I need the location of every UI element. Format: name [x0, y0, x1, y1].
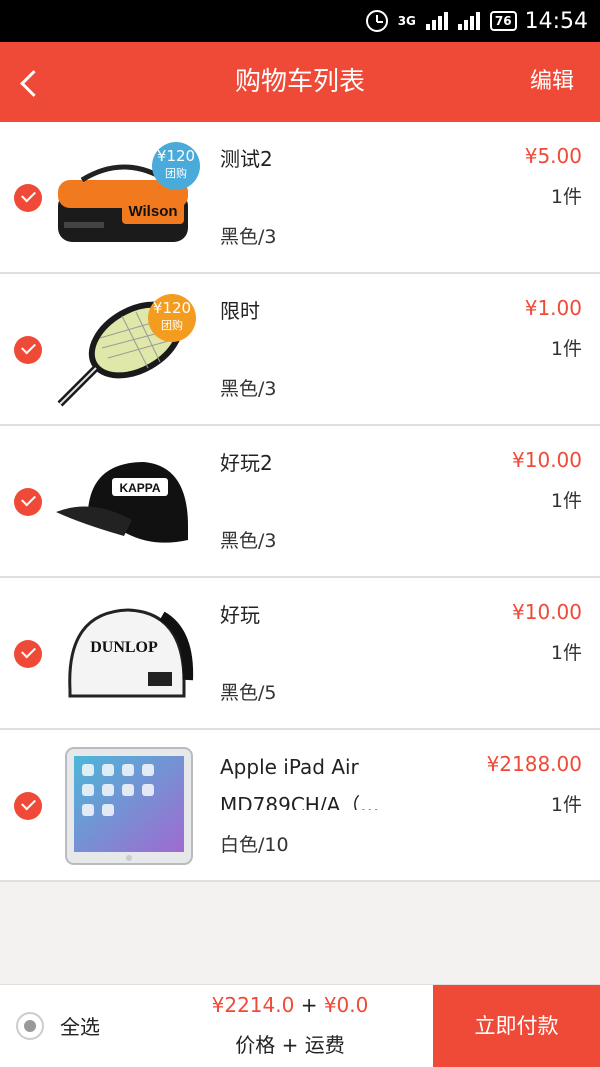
signal-icon-2 [457, 12, 480, 30]
status-bar: 3G 76 14:54 [0, 0, 600, 42]
status-icons: 3G 76 [365, 10, 517, 32]
select-all-label: 全选 [60, 1015, 100, 1039]
product-name[interactable]: 好玩2 [220, 448, 420, 478]
checkout-bar: 全选 ¥2214.0 + ¥0.0 价格 + 运费 立即付款 [0, 984, 600, 1067]
totals-label: 价格 + 运费 [235, 1033, 345, 1057]
edit-button[interactable]: 编辑 [530, 42, 574, 122]
app-header: 购物车列表 编辑 [0, 42, 600, 122]
product-quantity: 1件 [550, 490, 582, 512]
cart-item[interactable]: DUNLOP 好玩 黑色/5 ¥10.00 1件 [0, 578, 600, 730]
alarm-icon [365, 10, 388, 32]
product-spec: 黑色/5 [220, 682, 277, 704]
product-price: ¥5.00 [524, 144, 582, 168]
item-checkbox[interactable] [14, 184, 42, 212]
svg-text:KAPPA: KAPPA [119, 481, 160, 495]
product-quantity: 1件 [550, 794, 582, 816]
item-checkbox[interactable] [14, 488, 42, 516]
group-buy-badge: ¥120 团购 [148, 294, 196, 342]
shipping-fee: ¥0.0 [323, 993, 369, 1017]
black-cap-icon: KAPPA [56, 462, 188, 543]
clock: 14:54 [524, 8, 588, 34]
product-quantity: 1件 [550, 338, 582, 360]
order-totals: ¥2214.0 + ¥0.0 价格 + 运费 [200, 985, 380, 1067]
item-checkbox[interactable] [14, 792, 42, 820]
product-spec: 白色/10 [220, 834, 289, 856]
ipad-icon [65, 747, 193, 865]
product-spec: 黑色/3 [220, 378, 277, 400]
product-price: ¥10.00 [512, 600, 582, 624]
select-all[interactable]: 全选 [16, 1011, 100, 1040]
product-spec: 黑色/3 [220, 530, 277, 552]
battery-icon: 76 [489, 11, 517, 31]
product-price: ¥2188.00 [486, 752, 582, 776]
product-name[interactable]: Apple iPad Air MD789CH/A（... [220, 748, 420, 810]
product-spec: 黑色/3 [220, 226, 277, 248]
page-title: 购物车列表 [234, 67, 365, 97]
pay-now-button[interactable]: 立即付款 [433, 985, 600, 1067]
product-name[interactable]: 好玩 [220, 600, 420, 630]
cart-item[interactable]: KAPPA 好玩2 黑色/3 ¥10.00 1件 [0, 426, 600, 578]
item-checkbox[interactable] [14, 640, 42, 668]
product-name[interactable]: 限时 [220, 296, 420, 326]
white-cap-icon: DUNLOP [68, 608, 194, 698]
product-name[interactable]: 测试2 [220, 144, 420, 174]
select-all-radio[interactable] [16, 1011, 44, 1040]
svg-text:DUNLOP: DUNLOP [90, 639, 158, 656]
cart-item[interactable]: Apple iPad Air MD789CH/A（... 白色/10 ¥2188… [0, 730, 600, 882]
signal-icon [425, 12, 448, 30]
total-price: ¥2214.0 [211, 993, 295, 1017]
total-line: ¥2214.0 + ¥0.0 [200, 993, 380, 1017]
item-checkbox[interactable] [14, 336, 42, 364]
cart-list: Wilson ¥120 团购 测试2 黑色/3 ¥5.00 1件 ¥120 团购 [0, 122, 600, 882]
product-quantity: 1件 [550, 642, 582, 664]
plus-sign: + [300, 993, 318, 1017]
cart-item[interactable]: Wilson ¥120 团购 测试2 黑色/3 ¥5.00 1件 [0, 122, 600, 274]
product-quantity: 1件 [550, 186, 582, 208]
cart-item[interactable]: ¥120 团购 限时 黑色/3 ¥1.00 1件 [0, 274, 600, 426]
product-price: ¥1.00 [524, 296, 582, 320]
svg-text:Wilson: Wilson [128, 203, 177, 220]
product-price: ¥10.00 [512, 448, 582, 472]
network-type: 3G [397, 13, 416, 28]
group-buy-badge: ¥120 团购 [152, 142, 200, 190]
